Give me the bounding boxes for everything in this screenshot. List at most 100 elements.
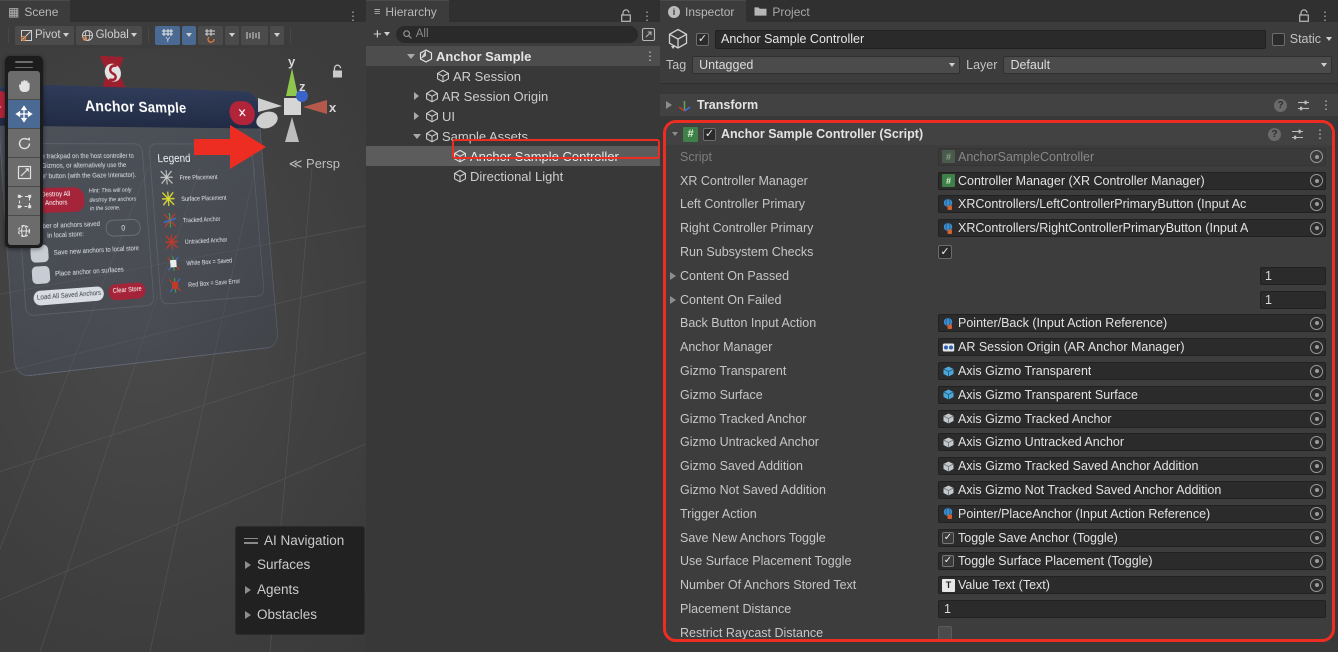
- run-subsystem-checks-checkbox[interactable]: ✓: [938, 245, 952, 260]
- tag-dropdown[interactable]: Untagged: [692, 55, 961, 74]
- anchor-manager-object-field[interactable]: AR Session Origin (AR Anchor Manager): [938, 338, 1326, 357]
- hierarchy-root-kebab-icon[interactable]: ⋮: [644, 50, 656, 62]
- object-picker-icon[interactable]: [1310, 364, 1323, 378]
- object-picker-icon[interactable]: [1310, 578, 1323, 592]
- vr-load-saved-anchors-button[interactable]: Load All Saved Anchors: [33, 286, 105, 307]
- gizmo-saved-addition-object-field[interactable]: Axis Gizmo Tracked Saved Anchor Addition: [938, 457, 1326, 476]
- chevron-right-icon[interactable]: [666, 101, 672, 109]
- object-picker-icon[interactable]: [1310, 388, 1323, 402]
- chevron-down-icon[interactable]: [1326, 37, 1332, 41]
- object-picker-icon[interactable]: [1310, 221, 1323, 235]
- gizmo-not-saved-addition-object-field[interactable]: Axis Gizmo Not Tracked Saved Anchor Addi…: [938, 481, 1326, 500]
- pivot-button[interactable]: Pivot: [15, 25, 74, 45]
- save-new-anchors-toggle-object-field[interactable]: ✓ Toggle Save Anchor (Toggle): [938, 528, 1326, 547]
- lock-icon[interactable]: [620, 9, 632, 22]
- object-picker-icon[interactable]: [1310, 340, 1323, 354]
- lock-icon[interactable]: [1298, 9, 1310, 22]
- scene-viewport[interactable]: Anchor Sample ← ✕ Tap the trackpad on th…: [0, 48, 366, 652]
- vr-place-on-surfaces-checkbox[interactable]: [31, 266, 51, 285]
- object-picker-icon[interactable]: [1310, 412, 1323, 426]
- hierarchy-search-input[interactable]: All: [395, 25, 638, 43]
- overlay-drag-handle[interactable]: [244, 537, 258, 544]
- tab-hierarchy[interactable]: ≡ Hierarchy: [366, 0, 449, 22]
- gizmo-tracked-anchor-object-field[interactable]: Axis Gizmo Tracked Anchor: [938, 409, 1326, 428]
- expand-window-icon[interactable]: [641, 27, 656, 42]
- left-controller-primary-object-field[interactable]: XRControllers/LeftControllerPrimaryButto…: [938, 195, 1326, 214]
- magnet-snap-toggle[interactable]: [197, 25, 223, 45]
- chevron-right-icon[interactable]: [670, 295, 676, 304]
- object-picker-icon[interactable]: [1310, 435, 1323, 449]
- xr-controller-manager-object-field[interactable]: # Controller Manager (XR Controller Mana…: [938, 171, 1326, 190]
- gameobject-icon[interactable]: [666, 27, 690, 51]
- rotate-tool[interactable]: [8, 129, 40, 158]
- grid-snap-dropdown[interactable]: [181, 25, 196, 45]
- preset-icon[interactable]: [1297, 100, 1310, 111]
- ai-nav-item-surfaces[interactable]: Surfaces: [236, 552, 364, 577]
- ai-nav-item-obstacles[interactable]: Obstacles: [236, 602, 364, 627]
- hierarchy-item-anchor-sample[interactable]: Anchor Sample ⋮: [366, 46, 660, 66]
- object-enabled-checkbox[interactable]: ✓: [696, 32, 709, 46]
- scale-tool[interactable]: [8, 158, 40, 187]
- transform-component-header[interactable]: Transform ? ⋮: [660, 94, 1338, 116]
- chevron-right-icon[interactable]: [411, 92, 422, 100]
- object-picker-icon[interactable]: [1310, 483, 1323, 497]
- move-tool[interactable]: [8, 100, 40, 129]
- use-surface-placement-toggle-object-field[interactable]: ✓ Toggle Surface Placement (Toggle): [938, 552, 1326, 571]
- object-picker-icon[interactable]: [1310, 531, 1323, 545]
- script-component-header[interactable]: # ✓ Anchor Sample Controller (Script) ? …: [666, 123, 1332, 145]
- restrict-raycast-distance-checkbox[interactable]: [938, 625, 952, 639]
- chevron-down-icon[interactable]: [672, 132, 678, 136]
- palette-drag-handle[interactable]: [15, 61, 33, 68]
- trigger-action-object-field[interactable]: Pointer/PlaceAnchor (Input Action Refere…: [938, 504, 1326, 523]
- chevron-right-icon[interactable]: [411, 112, 422, 120]
- gizmo-lock-icon[interactable]: [331, 64, 344, 79]
- inspector-kebab-icon[interactable]: ⋮: [1319, 10, 1331, 22]
- vr-clear-store-button[interactable]: Clear Store: [108, 282, 147, 301]
- help-icon[interactable]: ?: [1268, 127, 1281, 141]
- hierarchy-item-ar-session[interactable]: AR Session: [366, 66, 660, 86]
- object-picker-icon[interactable]: [1310, 554, 1323, 568]
- content-on-failed-size-field[interactable]: 1: [1260, 290, 1326, 309]
- hierarchy-item-ui[interactable]: UI: [366, 106, 660, 126]
- help-icon[interactable]: ?: [1274, 98, 1287, 112]
- static-checkbox[interactable]: [1271, 32, 1285, 46]
- ruler-dropdown[interactable]: [269, 25, 284, 45]
- scene-perspective-label[interactable]: ≪ Persp: [289, 156, 340, 172]
- object-picker-icon[interactable]: [1310, 507, 1323, 521]
- object-picker-icon[interactable]: [1310, 197, 1323, 211]
- gizmo-untracked-anchor-object-field[interactable]: Axis Gizmo Untracked Anchor: [938, 433, 1326, 452]
- hierarchy-item-ar-session-origin[interactable]: AR Session Origin: [366, 86, 660, 106]
- object-picker-icon[interactable]: [1310, 316, 1323, 330]
- handle-space-button[interactable]: Global: [75, 25, 142, 45]
- ai-nav-item-agents[interactable]: Agents: [236, 577, 364, 602]
- hierarchy-add-button[interactable]: +: [370, 26, 393, 43]
- magnet-snap-dropdown[interactable]: [224, 25, 239, 45]
- ruler-button[interactable]: [240, 25, 268, 45]
- gizmo-surface-object-field[interactable]: Axis Gizmo Transparent Surface: [938, 385, 1326, 404]
- hierarchy-kebab-icon[interactable]: ⋮: [641, 10, 653, 22]
- tab-project[interactable]: Project: [746, 0, 822, 22]
- hand-tool[interactable]: [8, 71, 40, 100]
- gizmo-transparent-object-field[interactable]: Axis Gizmo Transparent: [938, 362, 1326, 381]
- chevron-down-icon[interactable]: [405, 53, 416, 59]
- tab-inspector[interactable]: i Inspector: [660, 0, 747, 22]
- script-enabled-checkbox[interactable]: ✓: [703, 127, 716, 141]
- object-picker-icon[interactable]: [1310, 174, 1323, 188]
- object-picker-icon[interactable]: [1310, 459, 1323, 473]
- script-kebab-icon[interactable]: ⋮: [1314, 128, 1326, 140]
- number-of-anchors-stored-text-object-field[interactable]: T Value Text (Text): [938, 576, 1326, 595]
- chevron-right-icon[interactable]: [670, 271, 676, 280]
- chevron-down-icon[interactable]: [411, 133, 422, 139]
- transform-tool[interactable]: [8, 216, 40, 245]
- object-name-input[interactable]: Anchor Sample Controller: [715, 29, 1266, 49]
- transform-kebab-icon[interactable]: ⋮: [1320, 99, 1332, 111]
- placement-distance-input[interactable]: 1: [938, 600, 1326, 619]
- back-button-input-action-object-field[interactable]: Pointer/Back (Input Action Reference): [938, 314, 1326, 333]
- ai-navigation-header[interactable]: AI Navigation: [236, 530, 364, 552]
- tab-scene[interactable]: ▦ Scene: [0, 0, 71, 22]
- content-on-passed-size-field[interactable]: 1: [1260, 266, 1326, 285]
- preset-icon[interactable]: [1291, 129, 1304, 140]
- rect-tool[interactable]: [8, 187, 40, 216]
- scene-kebab-icon[interactable]: ⋮: [347, 10, 359, 22]
- right-controller-primary-object-field[interactable]: XRControllers/RightControllerPrimaryButt…: [938, 219, 1326, 238]
